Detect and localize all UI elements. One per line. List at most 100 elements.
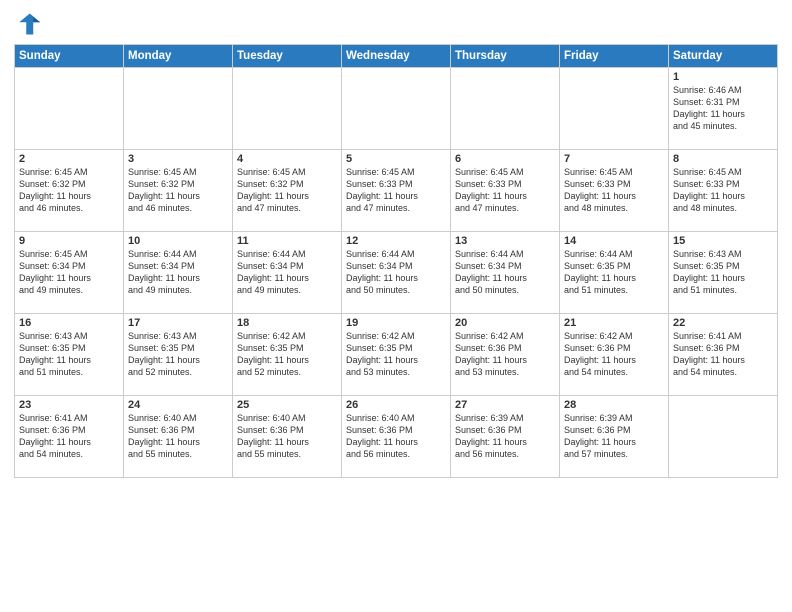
calendar-cell: 24Sunrise: 6:40 AMSunset: 6:36 PMDayligh… (124, 396, 233, 478)
calendar-cell (15, 68, 124, 150)
calendar-cell: 28Sunrise: 6:39 AMSunset: 6:36 PMDayligh… (560, 396, 669, 478)
day-number: 15 (673, 235, 773, 247)
day-info: Sunrise: 6:40 AMSunset: 6:36 PMDaylight:… (128, 412, 228, 461)
day-info: Sunrise: 6:40 AMSunset: 6:36 PMDaylight:… (237, 412, 337, 461)
calendar-cell: 27Sunrise: 6:39 AMSunset: 6:36 PMDayligh… (451, 396, 560, 478)
calendar-week-row: 16Sunrise: 6:43 AMSunset: 6:35 PMDayligh… (15, 314, 778, 396)
calendar-header-wednesday: Wednesday (342, 45, 451, 68)
calendar-week-row: 23Sunrise: 6:41 AMSunset: 6:36 PMDayligh… (15, 396, 778, 478)
calendar-header-sunday: Sunday (15, 45, 124, 68)
day-info: Sunrise: 6:43 AMSunset: 6:35 PMDaylight:… (673, 248, 773, 297)
day-number: 6 (455, 153, 555, 165)
calendar-cell (342, 68, 451, 150)
day-number: 24 (128, 399, 228, 411)
calendar-cell (124, 68, 233, 150)
calendar-cell: 15Sunrise: 6:43 AMSunset: 6:35 PMDayligh… (669, 232, 778, 314)
calendar-cell: 11Sunrise: 6:44 AMSunset: 6:34 PMDayligh… (233, 232, 342, 314)
day-info: Sunrise: 6:44 AMSunset: 6:34 PMDaylight:… (128, 248, 228, 297)
day-info: Sunrise: 6:45 AMSunset: 6:34 PMDaylight:… (19, 248, 119, 297)
calendar-week-row: 2Sunrise: 6:45 AMSunset: 6:32 PMDaylight… (15, 150, 778, 232)
day-number: 8 (673, 153, 773, 165)
calendar-cell (669, 396, 778, 478)
calendar: SundayMondayTuesdayWednesdayThursdayFrid… (14, 44, 778, 478)
calendar-header-friday: Friday (560, 45, 669, 68)
day-number: 12 (346, 235, 446, 247)
day-info: Sunrise: 6:44 AMSunset: 6:34 PMDaylight:… (346, 248, 446, 297)
calendar-cell: 9Sunrise: 6:45 AMSunset: 6:34 PMDaylight… (15, 232, 124, 314)
day-number: 26 (346, 399, 446, 411)
day-info: Sunrise: 6:42 AMSunset: 6:35 PMDaylight:… (346, 330, 446, 379)
day-info: Sunrise: 6:45 AMSunset: 6:32 PMDaylight:… (237, 166, 337, 215)
logo-icon (14, 10, 42, 38)
calendar-cell: 21Sunrise: 6:42 AMSunset: 6:36 PMDayligh… (560, 314, 669, 396)
day-number: 4 (237, 153, 337, 165)
calendar-cell: 8Sunrise: 6:45 AMSunset: 6:33 PMDaylight… (669, 150, 778, 232)
calendar-cell: 20Sunrise: 6:42 AMSunset: 6:36 PMDayligh… (451, 314, 560, 396)
calendar-header-monday: Monday (124, 45, 233, 68)
day-number: 5 (346, 153, 446, 165)
calendar-week-row: 1Sunrise: 6:46 AMSunset: 6:31 PMDaylight… (15, 68, 778, 150)
calendar-cell: 3Sunrise: 6:45 AMSunset: 6:32 PMDaylight… (124, 150, 233, 232)
header (14, 10, 778, 38)
day-number: 14 (564, 235, 664, 247)
day-info: Sunrise: 6:44 AMSunset: 6:35 PMDaylight:… (564, 248, 664, 297)
day-number: 16 (19, 317, 119, 329)
day-number: 20 (455, 317, 555, 329)
day-info: Sunrise: 6:41 AMSunset: 6:36 PMDaylight:… (19, 412, 119, 461)
calendar-cell: 5Sunrise: 6:45 AMSunset: 6:33 PMDaylight… (342, 150, 451, 232)
day-info: Sunrise: 6:43 AMSunset: 6:35 PMDaylight:… (19, 330, 119, 379)
day-info: Sunrise: 6:45 AMSunset: 6:33 PMDaylight:… (564, 166, 664, 215)
day-number: 9 (19, 235, 119, 247)
calendar-header-row: SundayMondayTuesdayWednesdayThursdayFrid… (15, 45, 778, 68)
day-number: 27 (455, 399, 555, 411)
calendar-cell: 12Sunrise: 6:44 AMSunset: 6:34 PMDayligh… (342, 232, 451, 314)
day-info: Sunrise: 6:45 AMSunset: 6:33 PMDaylight:… (673, 166, 773, 215)
day-number: 18 (237, 317, 337, 329)
day-number: 23 (19, 399, 119, 411)
day-info: Sunrise: 6:39 AMSunset: 6:36 PMDaylight:… (564, 412, 664, 461)
day-info: Sunrise: 6:42 AMSunset: 6:35 PMDaylight:… (237, 330, 337, 379)
day-info: Sunrise: 6:39 AMSunset: 6:36 PMDaylight:… (455, 412, 555, 461)
calendar-cell: 2Sunrise: 6:45 AMSunset: 6:32 PMDaylight… (15, 150, 124, 232)
logo (14, 10, 46, 38)
day-info: Sunrise: 6:44 AMSunset: 6:34 PMDaylight:… (237, 248, 337, 297)
calendar-cell: 16Sunrise: 6:43 AMSunset: 6:35 PMDayligh… (15, 314, 124, 396)
calendar-cell (560, 68, 669, 150)
day-info: Sunrise: 6:45 AMSunset: 6:32 PMDaylight:… (19, 166, 119, 215)
day-number: 13 (455, 235, 555, 247)
day-info: Sunrise: 6:40 AMSunset: 6:36 PMDaylight:… (346, 412, 446, 461)
calendar-cell: 22Sunrise: 6:41 AMSunset: 6:36 PMDayligh… (669, 314, 778, 396)
page: SundayMondayTuesdayWednesdayThursdayFrid… (0, 0, 792, 612)
day-info: Sunrise: 6:45 AMSunset: 6:32 PMDaylight:… (128, 166, 228, 215)
calendar-cell: 19Sunrise: 6:42 AMSunset: 6:35 PMDayligh… (342, 314, 451, 396)
day-number: 1 (673, 71, 773, 83)
day-info: Sunrise: 6:46 AMSunset: 6:31 PMDaylight:… (673, 84, 773, 133)
calendar-cell: 10Sunrise: 6:44 AMSunset: 6:34 PMDayligh… (124, 232, 233, 314)
calendar-cell (451, 68, 560, 150)
day-info: Sunrise: 6:42 AMSunset: 6:36 PMDaylight:… (455, 330, 555, 379)
day-number: 28 (564, 399, 664, 411)
calendar-cell (233, 68, 342, 150)
day-number: 11 (237, 235, 337, 247)
day-number: 10 (128, 235, 228, 247)
calendar-cell: 1Sunrise: 6:46 AMSunset: 6:31 PMDaylight… (669, 68, 778, 150)
calendar-cell: 13Sunrise: 6:44 AMSunset: 6:34 PMDayligh… (451, 232, 560, 314)
day-info: Sunrise: 6:42 AMSunset: 6:36 PMDaylight:… (564, 330, 664, 379)
day-number: 7 (564, 153, 664, 165)
day-number: 21 (564, 317, 664, 329)
calendar-cell: 17Sunrise: 6:43 AMSunset: 6:35 PMDayligh… (124, 314, 233, 396)
day-number: 22 (673, 317, 773, 329)
calendar-cell: 14Sunrise: 6:44 AMSunset: 6:35 PMDayligh… (560, 232, 669, 314)
day-number: 2 (19, 153, 119, 165)
calendar-header-thursday: Thursday (451, 45, 560, 68)
day-number: 3 (128, 153, 228, 165)
calendar-cell: 7Sunrise: 6:45 AMSunset: 6:33 PMDaylight… (560, 150, 669, 232)
day-info: Sunrise: 6:41 AMSunset: 6:36 PMDaylight:… (673, 330, 773, 379)
day-number: 17 (128, 317, 228, 329)
calendar-cell: 4Sunrise: 6:45 AMSunset: 6:32 PMDaylight… (233, 150, 342, 232)
calendar-cell: 6Sunrise: 6:45 AMSunset: 6:33 PMDaylight… (451, 150, 560, 232)
day-number: 19 (346, 317, 446, 329)
day-info: Sunrise: 6:45 AMSunset: 6:33 PMDaylight:… (346, 166, 446, 215)
calendar-cell: 18Sunrise: 6:42 AMSunset: 6:35 PMDayligh… (233, 314, 342, 396)
day-info: Sunrise: 6:44 AMSunset: 6:34 PMDaylight:… (455, 248, 555, 297)
